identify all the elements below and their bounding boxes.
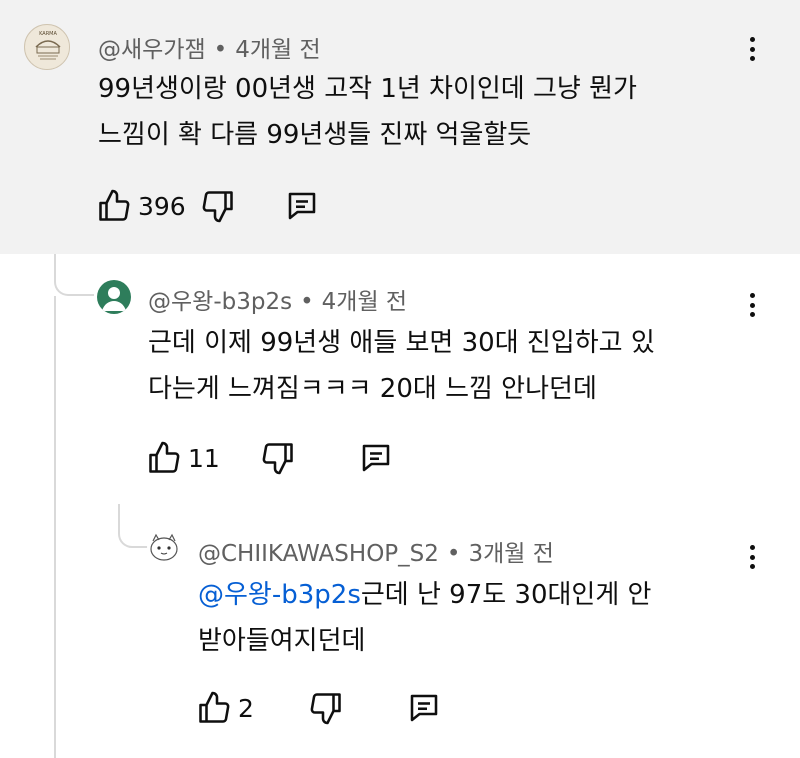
comment-text: @우왕-b3p2s근데 난 97도 30대인게 안 받아들여지던데 bbox=[198, 572, 651, 664]
thumbs-down-icon bbox=[310, 693, 341, 725]
comment-text-segment: 근데 난 97도 30대인게 안 bbox=[360, 580, 652, 610]
timestamp[interactable]: 4개월 전 bbox=[235, 37, 320, 63]
mention-link[interactable]: @우왕-b3p2s bbox=[198, 580, 361, 610]
comment-text-line: 받아들여지던데 bbox=[198, 626, 366, 656]
like-button[interactable]: 11 bbox=[146, 440, 220, 476]
author-name[interactable]: @CHIIKAWASHOP_S2 bbox=[198, 541, 439, 567]
cartoon-character-icon bbox=[150, 533, 178, 561]
more-vert-icon[interactable] bbox=[742, 542, 762, 572]
comment-meta: @새우가잼 • 4개월 전 bbox=[98, 30, 321, 64]
like-button[interactable]: 2 bbox=[196, 690, 254, 726]
timestamp[interactable]: 4개월 전 bbox=[322, 289, 407, 315]
avatar[interactable] bbox=[97, 280, 131, 314]
reply-comment: @CHIIKAWASHOP_S2 • 3개월 전 @우왕-b3p2s근데 난 97도… bbox=[0, 504, 800, 758]
reply-button[interactable] bbox=[284, 188, 320, 224]
comment-meta: @CHIIKAWASHOP_S2 • 3개월 전 bbox=[198, 534, 554, 568]
comment-text-line: 느낌이 확 다름 99년생들 진짜 억울할듯 bbox=[98, 120, 532, 150]
comment-meta: @우왕-b3p2s • 4개월 전 bbox=[148, 282, 407, 316]
thumbs-up-icon bbox=[149, 441, 180, 473]
separator: • bbox=[446, 541, 461, 567]
karma-logo-icon: KARMA bbox=[26, 26, 69, 69]
timestamp[interactable]: 3개월 전 bbox=[468, 541, 553, 567]
comment-actions: 11 bbox=[146, 438, 394, 478]
comment-actions: 396 bbox=[96, 186, 320, 226]
thumbs-up-icon bbox=[99, 189, 130, 221]
author-name[interactable]: @새우가잼 bbox=[98, 37, 206, 63]
like-count: 11 bbox=[188, 443, 220, 473]
comment-actions: 2 bbox=[196, 688, 442, 728]
reply-icon bbox=[362, 444, 390, 472]
user-silhouette-icon bbox=[102, 287, 126, 311]
dislike-button[interactable] bbox=[200, 188, 236, 224]
dislike-button[interactable] bbox=[260, 440, 296, 476]
comment-text-line: 99년생이랑 00년생 고작 1년 차이인데 그냥 뭔가 bbox=[98, 74, 637, 104]
thumbs-down-icon bbox=[262, 443, 293, 475]
comment-text-line: 근데 이제 99년생 애들 보면 30대 진입하고 있 bbox=[148, 328, 655, 358]
avatar[interactable] bbox=[147, 530, 181, 564]
reply-button[interactable] bbox=[358, 440, 394, 476]
avatar[interactable]: KARMA bbox=[24, 24, 70, 70]
comment-text: 99년생이랑 00년생 고작 1년 차이인데 그냥 뭔가 느낌이 확 다름 99… bbox=[98, 66, 637, 158]
thumbs-down-icon bbox=[202, 191, 233, 223]
separator: • bbox=[300, 289, 314, 315]
separator: • bbox=[213, 37, 228, 63]
reply-icon bbox=[410, 694, 438, 722]
comment-text-line: @우왕-b3p2s근데 난 97도 30대인게 안 bbox=[198, 572, 651, 618]
reply-comment: @우왕-b3p2s • 4개월 전 근데 이제 99년생 애들 보면 30대 진입하… bbox=[0, 254, 800, 504]
more-vert-icon[interactable] bbox=[742, 34, 762, 64]
thumbs-up-icon bbox=[199, 691, 230, 723]
svg-text:KARMA: KARMA bbox=[39, 31, 57, 37]
dislike-button[interactable] bbox=[308, 690, 344, 726]
comment-text: 근데 이제 99년생 애들 보면 30대 진입하고 있 다는게 느껴짐ㅋㅋㅋ 2… bbox=[148, 320, 655, 412]
like-count: 2 bbox=[238, 693, 254, 723]
reply-icon bbox=[288, 192, 315, 220]
like-button[interactable]: 396 bbox=[96, 188, 186, 224]
comment-top: KARMA @새우가잼 • 4개월 전 99년생이랑 00년생 고작 1년 차이인데… bbox=[0, 0, 800, 254]
comment-text-line: 다는게 느껴짐ㅋㅋㅋ 20대 느낌 안나던데 bbox=[148, 374, 597, 404]
more-vert-icon[interactable] bbox=[742, 290, 762, 320]
like-count: 396 bbox=[138, 191, 186, 221]
author-name[interactable]: @우왕-b3p2s bbox=[148, 289, 292, 315]
reply-button[interactable] bbox=[406, 690, 442, 726]
